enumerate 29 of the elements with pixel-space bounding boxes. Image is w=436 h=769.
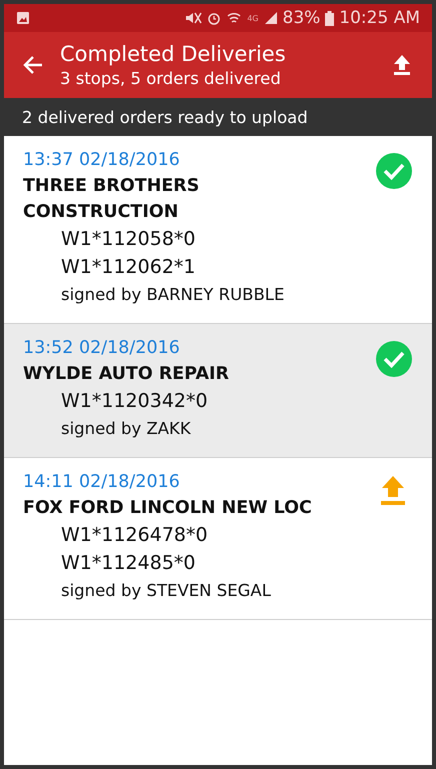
customer-name: FOX FORD LINCOLN NEW LOC (23, 497, 313, 520)
network-type: 4G (247, 14, 258, 22)
alarm-icon (207, 11, 222, 25)
order-number: W1*1120342*0 (60, 389, 209, 414)
signal-icon (264, 11, 278, 25)
gallery-icon (16, 11, 30, 25)
signature-text: signed by ZAKK (60, 418, 192, 440)
delivery-time: 13:37 02/18/2016 (23, 149, 181, 172)
back-arrow-icon (22, 54, 44, 76)
delivery-time: 14:11 02/18/2016 (23, 471, 181, 494)
signature-text: signed by BARNEY RUBBLE (60, 284, 286, 306)
battery-icon (325, 10, 334, 26)
customer-name: THREE BROTHERS CONSTRUCTION (23, 175, 200, 224)
upload-notice: 2 delivered orders ready to upload (4, 98, 432, 136)
screen-title: Completed Deliveries (60, 41, 287, 68)
order-number: W1*112062*1 (60, 255, 196, 280)
screen-subtitle: 3 stops, 5 orders delivered (60, 68, 282, 90)
order-number: W1*112485*0 (60, 551, 196, 576)
delivery-item[interactable]: 13:52 02/18/2016 WYLDE AUTO REPAIR W1*1120342*0 signed by ZAKK (4, 324, 432, 458)
signature-text: signed by STEVEN SEGAL (60, 580, 272, 602)
order-number: W1*112058*0 (60, 227, 196, 252)
order-number: W1*1126478*0 (60, 523, 209, 548)
delivery-time: 13:52 02/18/2016 (23, 337, 181, 360)
mute-icon (184, 11, 202, 25)
wifi-icon (226, 11, 242, 25)
upload-icon (392, 54, 412, 76)
battery-level: 83% (282, 8, 320, 28)
customer-name: WYLDE AUTO REPAIR (23, 363, 230, 386)
clock: 10:25 AM (339, 8, 420, 28)
